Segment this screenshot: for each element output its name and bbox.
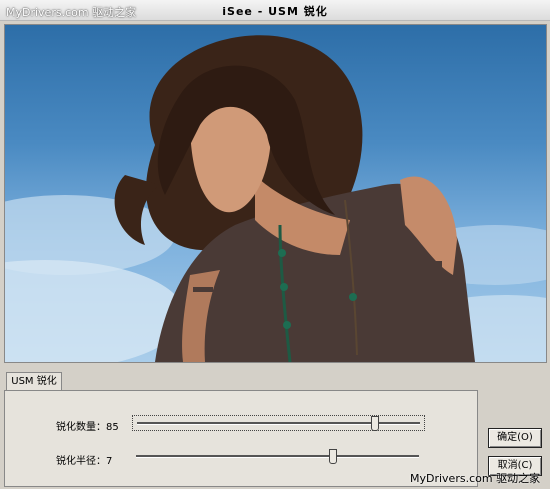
sharpen-radius-slider[interactable]: [132, 449, 423, 464]
tab-usm-sharpen[interactable]: USM 锐化: [6, 372, 62, 391]
watermark-bottom: MyDrivers.com 驱动之家: [410, 472, 541, 485]
window-title: iSee - USM 锐化: [222, 5, 328, 18]
settings-panel: 锐化数量：85 锐化半径：7: [4, 390, 478, 487]
sharpen-radius-value: 7: [106, 456, 113, 467]
photo: [5, 35, 546, 362]
sharpen-radius-label: 锐化半径：7: [56, 456, 113, 467]
ok-button[interactable]: 确定(O): [488, 428, 542, 448]
slider-thumb[interactable]: [328, 449, 337, 464]
slider-track: [136, 455, 419, 458]
sharpen-amount-value: 85: [106, 422, 119, 433]
sharpen-amount-label: 锐化数量：85: [56, 422, 119, 433]
sharpen-amount-slider[interactable]: [132, 415, 425, 431]
slider-thumb[interactable]: [370, 416, 379, 431]
image-preview: [4, 24, 547, 363]
title-bar: MyDrivers.com 驱动之家 iSee - USM 锐化: [0, 0, 550, 21]
